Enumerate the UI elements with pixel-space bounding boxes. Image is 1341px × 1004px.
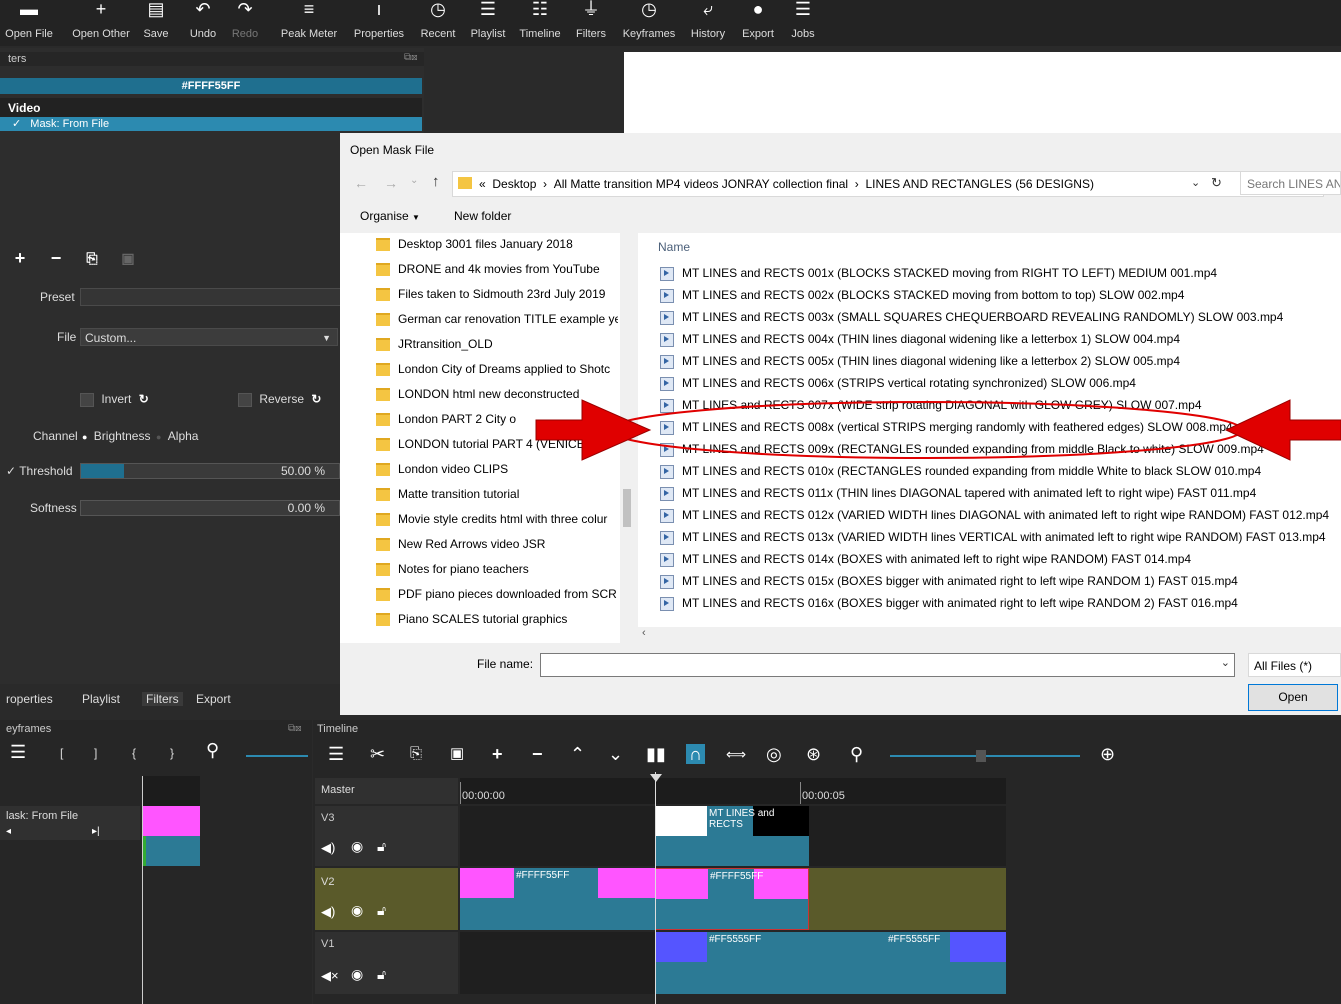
timeline-ruler[interactable]: 00:00:00 00:00:05 [460,778,1006,804]
clip-v1[interactable]: #FF5555FF #FF5555FF [655,932,1006,994]
cut-icon[interactable]: ✂ [370,744,385,764]
clip-thumb-magenta [656,869,708,899]
keyframes-playhead[interactable] [142,776,143,1004]
brace-right-icon[interactable]: } [170,746,174,760]
panel-float-close-icon[interactable]: ⧉⊠ [288,723,302,734]
red-arrow-right-icon [535,399,652,461]
next-keyframe-icon[interactable]: ▸| [92,826,100,837]
track-header-v1[interactable]: V1 ◀× ◉ 🔓︎ [315,932,458,994]
keyframes-track-label: lask: From File [6,810,79,822]
red-arrow-left-icon [1224,399,1341,461]
master-track-header: Master [315,778,458,804]
clip-label: #FFFF55FF [516,870,570,881]
ripple-all-icon[interactable]: ⊛ [806,744,821,764]
time-label-start: 00:00:00 [462,790,505,802]
speaker-icon[interactable]: ◀) [321,904,335,920]
keyframes-track-header: lask: From File ◂ ▸| [0,806,140,840]
track-label: V1 [321,938,335,950]
speaker-icon[interactable]: ◀) [321,840,335,856]
timeline-zoom-handle[interactable] [976,750,986,762]
unlock-icon[interactable]: 🔓︎ [377,966,386,983]
clip-thumb-blue [655,932,707,962]
clip-thumb-magenta [598,868,655,898]
highlight-ellipse [609,401,1243,459]
clip-v2-a[interactable]: #FFFF55FF [460,868,655,930]
clip-thumb-magenta [460,868,514,898]
append-icon[interactable]: + [492,744,503,764]
mute-icon[interactable]: ◀× [321,968,339,984]
clip-v2-b[interactable]: #FFFF55FF [655,868,809,930]
zoom-out-icon[interactable]: ⚲ [206,740,219,761]
keyframes-clip-thumb [142,806,200,836]
time-label-5: 00:00:05 [802,790,845,802]
track-header-v2[interactable]: V2 ◀) ◉ 🔓︎ [315,868,458,930]
paste-icon[interactable]: ▣ [450,744,464,764]
menu-icon[interactable]: ☰ [328,744,344,764]
zoom-out-icon[interactable]: ⚲ [850,744,863,764]
clip-label: #FFFF55FF [710,871,764,882]
eye-icon[interactable]: ◉ [351,838,363,855]
clip-thumb-blue [950,932,1006,962]
clip-label: #FF5555FF [888,934,941,945]
keyframes-clip[interactable] [142,806,200,866]
menu-icon[interactable]: ☰ [10,742,26,763]
scrub-icon[interactable]: ⟺ [726,744,746,764]
bracket-right-icon[interactable]: ] [94,746,97,760]
ruler-tick [800,782,801,804]
overwrite-icon[interactable]: ⌄ [608,744,623,764]
ruler-tick [460,782,461,804]
unlock-icon[interactable]: 🔓︎ [377,902,386,919]
keyframes-zoom-slider[interactable] [246,755,308,757]
eye-icon[interactable]: ◉ [351,902,363,919]
clip-label: MT LINES and RECTS [709,808,775,830]
clip-thumb-white [655,806,707,836]
clip-label: #FF5555FF [709,934,762,945]
copy-icon[interactable]: ⎘ [410,744,422,764]
timeline-playhead[interactable] [655,772,656,1004]
remove-icon[interactable]: − [532,744,543,764]
master-label: Master [321,784,355,796]
playhead-marker-icon[interactable] [650,774,662,782]
timeline-zoom-slider[interactable] [890,750,1080,762]
zoom-in-icon[interactable]: ⊕ [1100,744,1115,764]
keyframes-panel: eyframes ⧉⊠ ☰ [ ] { } ⚲ lask: From File … [0,720,312,1004]
lift-icon[interactable]: ⌃ [570,744,585,764]
track-label: V3 [321,812,335,824]
track-header-v3[interactable]: V3 ◀) ◉ 🔓︎ [315,806,458,866]
keyframes-ruler [142,776,200,806]
eye-icon[interactable]: ◉ [351,966,363,983]
timeline-title: Timeline [317,723,359,735]
ripple-icon[interactable]: ◎ [766,744,782,764]
bracket-left-icon[interactable]: [ [60,746,63,760]
keyframes-title: eyframes [6,723,52,735]
prev-keyframe-icon[interactable]: ◂ [6,826,11,837]
track-label: V2 [321,876,335,888]
unlock-icon[interactable]: 🔓︎ [377,838,386,855]
split-icon[interactable]: ▮▮ [646,744,666,764]
clip-v3-lines-rects[interactable]: MT LINES and RECTS [655,806,809,866]
brace-left-icon[interactable]: { [132,746,136,760]
snap-icon[interactable]: ∩ [686,744,705,764]
